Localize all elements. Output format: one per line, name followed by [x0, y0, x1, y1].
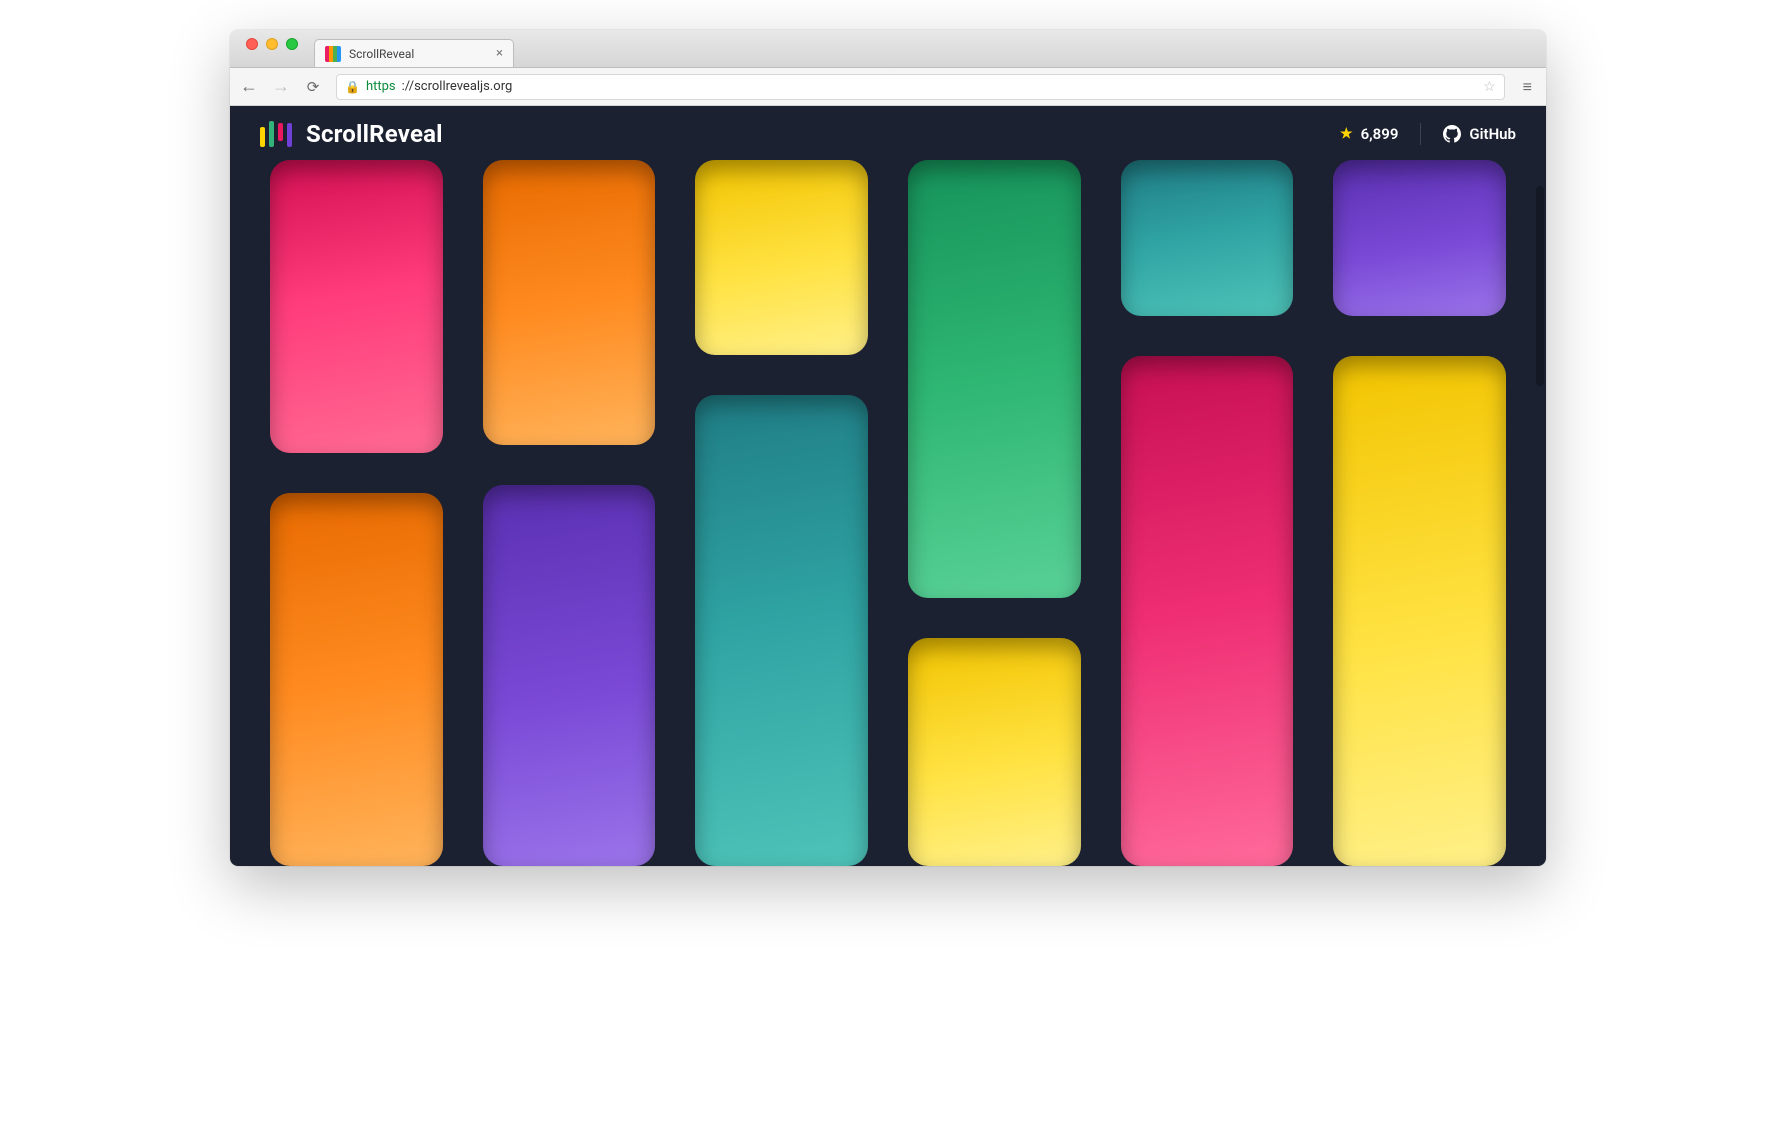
tile-green — [908, 160, 1081, 598]
header-divider — [1420, 123, 1421, 145]
nav-reload-button[interactable]: ⟳ — [304, 78, 322, 96]
tile-orange — [483, 160, 656, 445]
tile-grid — [230, 106, 1546, 866]
stars-count: 6,899 — [1361, 125, 1399, 143]
window-minimize-button[interactable] — [266, 38, 278, 50]
tab-close-icon[interactable]: × — [496, 46, 503, 61]
stars-link[interactable]: ★ 6,899 — [1340, 125, 1398, 143]
logo-icon — [260, 121, 292, 147]
tile-magenta — [1121, 356, 1294, 866]
brand-name: ScrollReveal — [306, 120, 443, 148]
lock-icon: 🔒 — [345, 80, 360, 94]
tile-purple — [1333, 160, 1506, 316]
page-viewport: ScrollReveal ★ 6,899 GitHub — [230, 106, 1546, 866]
github-icon — [1443, 125, 1461, 143]
tile-column — [1333, 106, 1506, 866]
tile-yellow — [1333, 356, 1506, 866]
github-label: GitHub — [1469, 125, 1516, 143]
browser-tab-bar: ScrollReveal × — [230, 30, 1546, 68]
tile-column — [908, 106, 1081, 866]
window-controls — [240, 30, 308, 67]
browser-tab[interactable]: ScrollReveal × — [314, 39, 514, 67]
tile-teal — [695, 395, 868, 866]
tile-column — [270, 106, 443, 866]
scrollbar-thumb[interactable] — [1536, 186, 1544, 386]
tile-yellow — [695, 160, 868, 355]
star-icon: ★ — [1340, 126, 1353, 142]
tile-pink — [270, 160, 443, 453]
tile-purple — [483, 485, 656, 866]
window-zoom-button[interactable] — [286, 38, 298, 50]
page-header: ScrollReveal ★ 6,899 GitHub — [230, 106, 1546, 162]
header-right: ★ 6,899 GitHub — [1340, 123, 1516, 145]
browser-toolbar: ← → ⟳ 🔒 https ://scrollrevealjs.org ☆ ≡ — [230, 68, 1546, 106]
window-close-button[interactable] — [246, 38, 258, 50]
tile-orange — [270, 493, 443, 866]
bookmark-star-icon[interactable]: ☆ — [1483, 79, 1496, 95]
address-bar[interactable]: 🔒 https ://scrollrevealjs.org ☆ — [336, 74, 1505, 100]
nav-forward-button[interactable]: → — [272, 78, 290, 96]
tile-yellow — [908, 638, 1081, 866]
tile-column — [695, 106, 868, 866]
url-scheme: https — [366, 79, 396, 94]
tile-column — [1121, 106, 1294, 866]
tile-teal — [1121, 160, 1294, 316]
nav-back-button[interactable]: ← — [240, 78, 258, 96]
browser-menu-button[interactable]: ≡ — [1519, 77, 1536, 97]
github-link[interactable]: GitHub — [1443, 125, 1516, 143]
browser-window: ScrollReveal × ← → ⟳ 🔒 https ://scrollrev… — [230, 30, 1546, 866]
url-rest: ://scrollrevealjs.org — [402, 79, 513, 94]
tab-title: ScrollReveal — [349, 47, 414, 61]
tile-column — [483, 106, 656, 866]
favicon-icon — [325, 46, 341, 62]
